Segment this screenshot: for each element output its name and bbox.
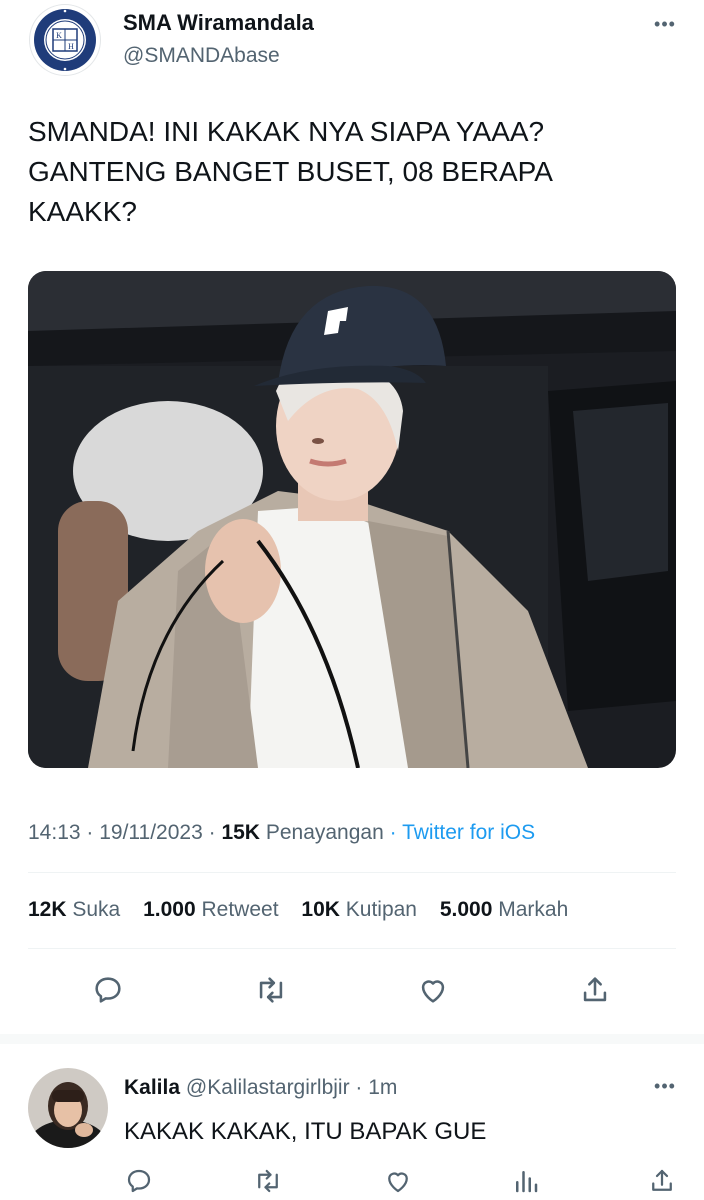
reply-handle[interactable]: @Kalilastargirlbjir (186, 1076, 350, 1099)
reply-display-name[interactable]: Kalila (124, 1076, 180, 1099)
tweet-stats: 12K Suka 1.000 Retweet 10K Kutipan 5.000… (28, 898, 585, 922)
tweet-photo[interactable] (28, 271, 676, 768)
tweet-date: 19/11/2023 (99, 821, 203, 844)
logo-letter: K (56, 31, 62, 40)
reply-icon[interactable] (86, 968, 130, 1012)
tweet-meta: 14:13 · 19/11/2023 · 15K Penayangan · Tw… (28, 821, 536, 844)
bookmarks-stat[interactable]: 5.000 Markah (440, 898, 568, 921)
divider (28, 872, 676, 873)
retweets-stat[interactable]: 1.000 Retweet (143, 898, 278, 921)
views-count: 15K (221, 821, 260, 844)
reply-header: Kalila @Kalilastargirlbjir · 1m (124, 1076, 398, 1099)
retweet-icon[interactable] (249, 968, 293, 1012)
account-avatar[interactable]: K H (30, 5, 100, 75)
school-logo: K H (31, 6, 99, 74)
reply-avatar[interactable] (28, 1068, 108, 1148)
tweet-text: SMANDA! INI KAKAK NYA SIAPA YAAA? GANTEN… (28, 116, 552, 227)
views-icon[interactable] (508, 1163, 544, 1199)
views-label: Penayangan (265, 821, 384, 844)
logo-letter: H (68, 42, 74, 51)
likes-stat[interactable]: 12K Suka (28, 898, 120, 921)
retweet-icon[interactable] (250, 1163, 286, 1199)
display-name[interactable]: SMA Wiramandala (123, 10, 314, 36)
share-icon[interactable] (573, 968, 617, 1012)
reply-text: KAKAK KAKAK, ITU BAPAK GUE (124, 1118, 487, 1145)
like-icon[interactable] (411, 968, 455, 1012)
handle[interactable]: @SMANDAbase (123, 44, 280, 68)
reply-icon[interactable] (121, 1163, 157, 1199)
more-icon[interactable]: ••• (651, 14, 679, 34)
tweet-time: 14:13 (28, 821, 81, 844)
reply-time: 1m (368, 1076, 398, 1099)
section-separator (0, 1034, 704, 1044)
share-icon[interactable] (644, 1163, 680, 1199)
quotes-stat[interactable]: 10K Kutipan (301, 898, 417, 921)
divider (28, 948, 676, 949)
tweet-source-link[interactable]: Twitter for iOS (402, 821, 535, 844)
like-icon[interactable] (380, 1163, 416, 1199)
more-icon[interactable]: ••• (651, 1076, 679, 1096)
